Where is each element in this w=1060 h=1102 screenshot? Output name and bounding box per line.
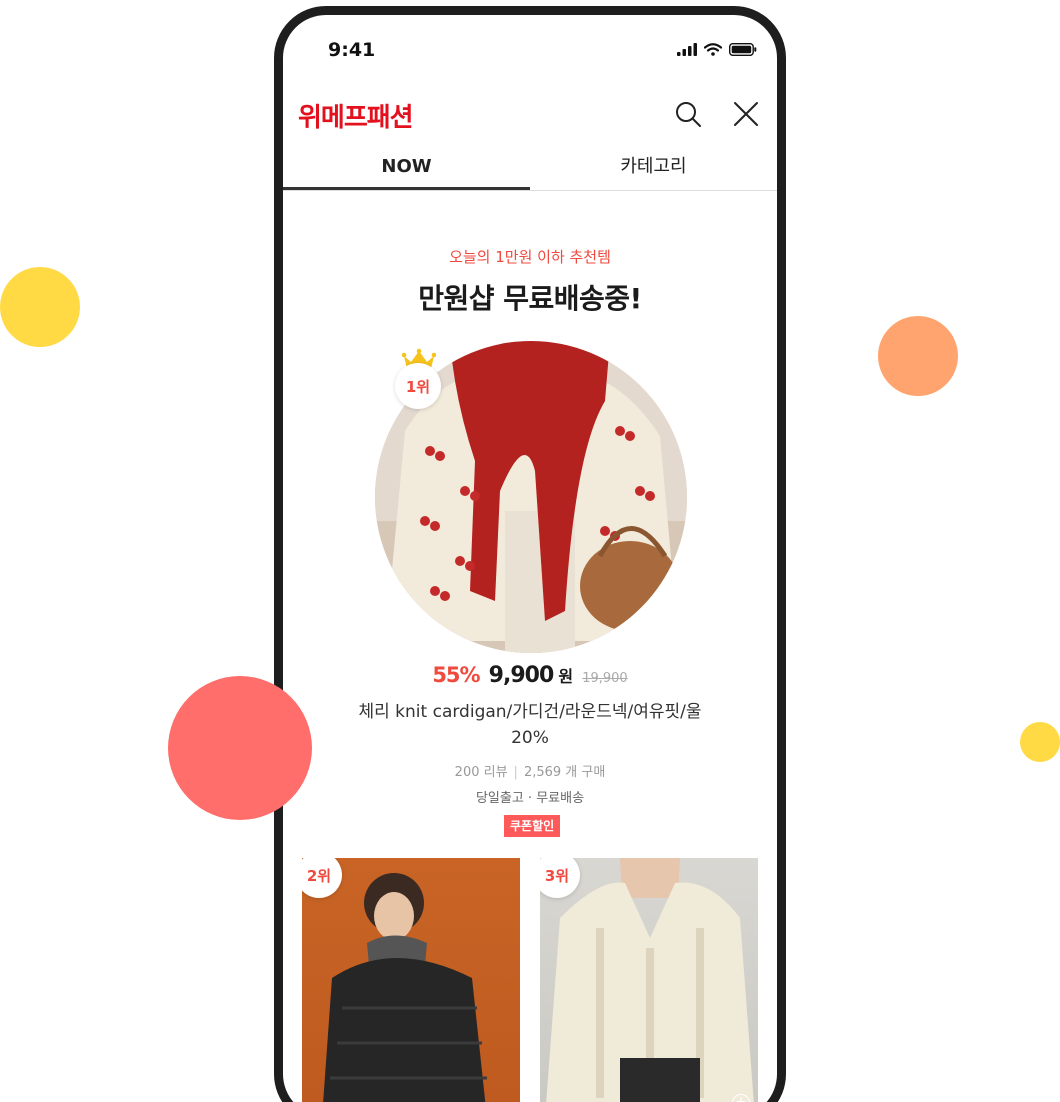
- status-bar: 9:41: [283, 15, 777, 85]
- app-header: 위메프패션: [283, 85, 777, 145]
- cable-sweater-illustration: [546, 858, 754, 1102]
- original-price: 19,900: [582, 671, 628, 686]
- wifi-icon: [704, 43, 722, 56]
- status-time: 9:41: [328, 39, 376, 61]
- discount-rate: 55%: [432, 663, 480, 687]
- stats-divider: |: [513, 765, 518, 780]
- product-name[interactable]: 체리 knit cardigan/가디건/라운드넥/여유핏/울20%: [353, 699, 707, 751]
- search-icon[interactable]: [673, 99, 703, 129]
- featured-price: 55% 9,900 원 19,900: [283, 663, 777, 688]
- brand-logo[interactable]: 위메프패션: [298, 97, 414, 134]
- product-card-3[interactable]: 3위 +: [540, 858, 758, 1102]
- status-icons: [677, 43, 757, 56]
- promo-subtitle: 오늘의 1만원 이하 추천템: [449, 248, 611, 266]
- product-stats: 200 리뷰 | 2,569 개 구매: [283, 761, 777, 780]
- rank-badge-1: 1위: [395, 363, 441, 409]
- decor-dot-red: [168, 676, 312, 820]
- decor-dot-orange: [878, 316, 958, 396]
- currency-unit: 원: [558, 667, 574, 686]
- tab-category[interactable]: 카테고리: [530, 145, 777, 190]
- purchase-count: 2,569 개 구매: [523, 765, 606, 780]
- battery-icon: [729, 43, 757, 56]
- decor-dot-yellow-right: [1020, 722, 1060, 762]
- tab-bar: NOW 카테고리: [283, 145, 777, 191]
- shipping-info: 당일출고 · 무료배송: [475, 791, 585, 806]
- product-card-2[interactable]: 2위: [302, 858, 520, 1102]
- app-screen: 9:41 위메프패션 NOW 카테고리 오늘의 1만원 이하 추천템 만원샵 무…: [283, 15, 777, 1102]
- signal-icon: [677, 43, 697, 56]
- decor-dot-yellow-left: [0, 267, 80, 347]
- close-icon[interactable]: [731, 99, 761, 129]
- tab-now[interactable]: NOW: [283, 145, 530, 190]
- padded-coat-illustration: [323, 873, 487, 1102]
- phone-frame: 9:41 위메프패션 NOW 카테고리 오늘의 1만원 이하 추천템 만원샵 무…: [274, 6, 786, 1102]
- review-count: 200 리뷰: [454, 765, 508, 780]
- coupon-badge: 쿠폰할인: [504, 815, 561, 837]
- promo-headline: 만원샵 무료배송중!: [418, 282, 642, 315]
- sale-price: 9,900: [488, 663, 555, 688]
